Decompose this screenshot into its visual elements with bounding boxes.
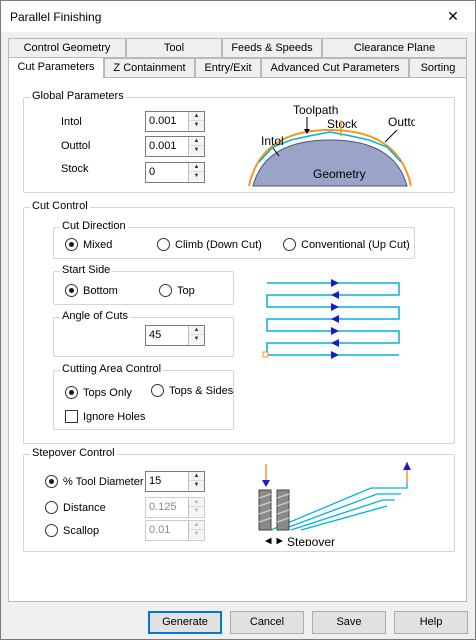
spin-up-icon[interactable]: ▲ — [189, 521, 204, 530]
radio-conventional[interactable]: Conventional (Up Cut) — [283, 238, 410, 251]
spin-up-icon[interactable]: ▲ — [189, 112, 204, 121]
spin-down-icon[interactable]: ▼ — [189, 481, 204, 490]
outtol-spinner[interactable]: 0.001 ▲ ▼ — [145, 136, 205, 157]
radio-tool-diameter[interactable]: % Tool Diameter — [45, 475, 144, 488]
help-button[interactable]: Help — [394, 611, 468, 634]
title-bar: Parallel Finishing ✕ — [1, 1, 475, 32]
spin-down-icon[interactable]: ▼ — [189, 507, 204, 516]
spin-up-icon[interactable]: ▲ — [189, 326, 204, 335]
stepover-control-title: Stepover Control — [30, 447, 117, 459]
outtol-label: Outtol — [61, 140, 91, 152]
spin-down-icon[interactable]: ▼ — [189, 146, 204, 155]
spin-up-icon[interactable]: ▲ — [189, 498, 204, 507]
cut-control-title: Cut Control — [30, 200, 90, 212]
stock-value: 0 — [149, 166, 156, 178]
angle-spinner[interactable]: 45 ▲ ▼ — [145, 325, 205, 346]
radio-tops-only[interactable]: Tops Only — [65, 386, 132, 399]
spin-up-icon[interactable]: ▲ — [189, 472, 204, 481]
spin-down-icon[interactable]: ▼ — [189, 530, 204, 539]
stock-label: Stock — [61, 163, 89, 175]
diagram-stock-label: Stock — [327, 117, 358, 131]
stock-spinner[interactable]: 0 ▲ ▼ — [145, 162, 205, 183]
diagram-intol-label: Intol — [261, 134, 284, 148]
tab-cut-parameters[interactable]: Cut Parameters — [8, 57, 104, 79]
tab-advanced-cut-parameters[interactable]: Advanced Cut Parameters — [261, 58, 409, 78]
tool-diameter-value: 15 — [149, 475, 162, 487]
intol-label: Intol — [61, 116, 82, 128]
diagram-toolpath-label: Toolpath — [293, 103, 338, 117]
intol-value: 0.001 — [149, 115, 177, 127]
generate-button[interactable]: Generate — [148, 611, 222, 634]
radio-distance[interactable]: Distance — [45, 501, 106, 514]
distance-value: 0.125 — [149, 501, 177, 513]
radio-mixed[interactable]: Mixed — [65, 238, 112, 251]
tool-diameter-spinner[interactable]: 15 ▲ ▼ — [145, 471, 205, 492]
intol-spinner[interactable]: 0.001 ▲ ▼ — [145, 111, 205, 132]
spin-up-icon[interactable]: ▲ — [189, 163, 204, 172]
angle-of-cuts-title: Angle of Cuts — [60, 310, 131, 322]
radio-climb[interactable]: Climb (Down Cut) — [157, 238, 262, 251]
tab-sorting[interactable]: Sorting — [409, 58, 467, 78]
scallop-value: 0.01 — [149, 524, 171, 536]
radio-top[interactable]: Top — [159, 284, 195, 297]
stepover-diagram-label: Stepover — [287, 535, 335, 546]
distance-spinner[interactable]: 0.125 ▲ ▼ — [145, 497, 205, 518]
spin-down-icon[interactable]: ▼ — [189, 121, 204, 130]
tab-entry-exit[interactable]: Entry/Exit — [195, 58, 261, 78]
start-side-title: Start Side — [60, 264, 113, 276]
global-parameters-title: Global Parameters — [30, 90, 126, 102]
spin-down-icon[interactable]: ▼ — [189, 172, 204, 181]
scallop-spinner[interactable]: 0.01 ▲ ▼ — [145, 520, 205, 541]
ignore-holes-checkbox[interactable]: Ignore Holes — [65, 410, 145, 423]
cancel-button[interactable]: Cancel — [230, 611, 304, 634]
cut-direction-title: Cut Direction — [60, 220, 128, 232]
tolerance-diagram: Toolpath Stock Outtol Intol Geometry — [248, 103, 415, 187]
tab-feeds-speeds[interactable]: Feeds & Speeds — [222, 38, 322, 58]
diagram-geometry-label: Geometry — [313, 167, 366, 181]
tab-clearance-plane[interactable]: Clearance Plane — [322, 38, 467, 58]
radio-scallop[interactable]: Scallop — [45, 524, 99, 537]
outtol-value: 0.001 — [149, 140, 177, 152]
diagram-outtol-label: Outtol — [388, 115, 415, 129]
spin-up-icon[interactable]: ▲ — [189, 137, 204, 146]
cut-parameters-panel: Global Parameters Intol 0.001 ▲ ▼ Outtol … — [8, 77, 467, 602]
cutting-area-title: Cutting Area Control — [60, 363, 164, 375]
window-title: Parallel Finishing — [10, 10, 102, 24]
cut-pattern-diagram — [262, 279, 400, 359]
tab-tool[interactable]: Tool — [126, 38, 222, 58]
save-button[interactable]: Save — [312, 611, 386, 634]
radio-tops-sides[interactable]: Tops & Sides — [151, 384, 233, 397]
stepover-diagram: Stepover — [258, 462, 411, 546]
tab-z-containment[interactable]: Z Containment — [104, 58, 195, 78]
spin-down-icon[interactable]: ▼ — [189, 335, 204, 344]
angle-of-cuts-group: Angle of Cuts — [53, 310, 234, 357]
close-icon[interactable]: ✕ — [431, 1, 475, 31]
tab-control-geometry[interactable]: Control Geometry — [8, 38, 126, 58]
angle-value: 45 — [149, 329, 162, 341]
radio-bottom[interactable]: Bottom — [65, 284, 118, 297]
